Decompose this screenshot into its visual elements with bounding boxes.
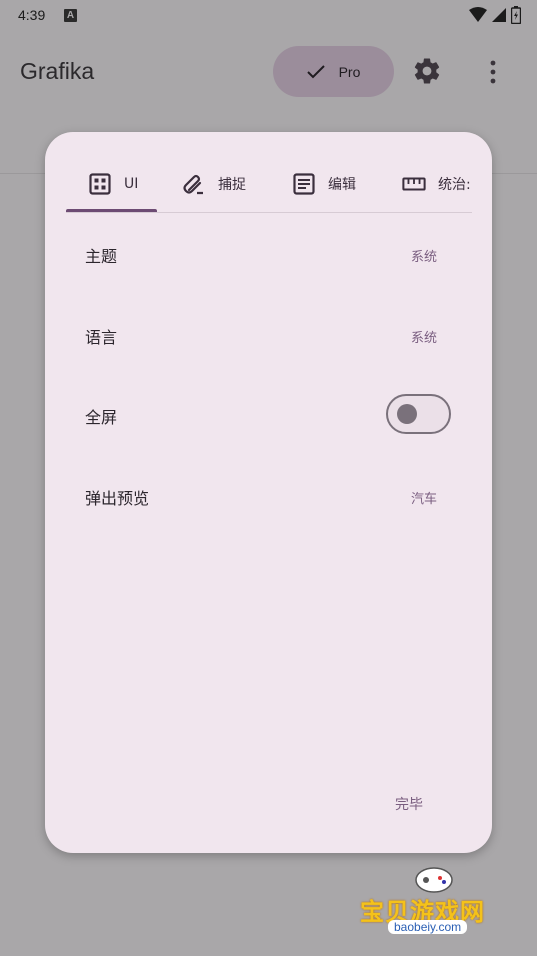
- tab-rules[interactable]: 统治:: [402, 156, 471, 212]
- tab-ui[interactable]: UI: [88, 156, 138, 212]
- battery-icon: [511, 6, 521, 24]
- settings-dialog: UI 捕捉 编辑 统治: 主题 系统 语言 系统 全屏 弹出预览 汽车 完毕: [45, 132, 492, 853]
- tab-ui-label: UI: [124, 176, 139, 192]
- tab-rules-label: 统治:: [438, 177, 471, 193]
- tab-bar: UI 捕捉 编辑 统治:: [66, 156, 472, 213]
- popup-preview-label: 弹出预览: [85, 489, 150, 508]
- language-label: 语言: [85, 328, 118, 347]
- setting-row-popup-preview[interactable]: 弹出预览 汽车: [45, 466, 492, 526]
- pro-label: Pro: [338, 63, 361, 80]
- fullscreen-label: 全屏: [85, 408, 118, 427]
- settings-button[interactable]: [412, 56, 442, 86]
- popup-preview-value: 汽车: [410, 492, 437, 507]
- watermark-url: baobeiy.com: [388, 920, 468, 934]
- gear-icon: [414, 58, 440, 84]
- pro-button[interactable]: Pro: [273, 46, 394, 97]
- paperclip-icon: [182, 172, 206, 196]
- tab-edit-label: 编辑: [328, 177, 356, 193]
- tab-capture-label: 捕捉: [218, 177, 246, 193]
- status-time: 4:39: [18, 7, 46, 23]
- theme-value: 系统: [410, 250, 437, 265]
- tab-capture[interactable]: 捕捉: [182, 156, 246, 212]
- setting-row-theme[interactable]: 主题 系统: [45, 224, 492, 284]
- wifi-icon: [469, 7, 487, 22]
- status-bar: 4:39 A: [0, 0, 537, 32]
- more-vert-icon: [490, 60, 496, 84]
- article-icon: [292, 172, 316, 196]
- gamepad-icon: [415, 867, 453, 893]
- grid-icon: [88, 172, 112, 196]
- signal-icon: [492, 8, 506, 22]
- app-title: Grafika: [20, 58, 95, 84]
- tab-edit[interactable]: 编辑: [292, 156, 356, 212]
- theme-label: 主题: [85, 247, 118, 266]
- ruler-icon: [402, 172, 426, 196]
- notification-icon: A: [64, 9, 77, 22]
- tab-indicator: [66, 209, 157, 212]
- fullscreen-toggle[interactable]: [386, 394, 451, 434]
- setting-row-fullscreen: 全屏: [45, 385, 492, 445]
- watermark-logo: 宝贝游戏网 baobeiy.com: [360, 862, 510, 952]
- status-icons: [469, 6, 521, 24]
- setting-row-language[interactable]: 语言 系统: [45, 305, 492, 365]
- done-button[interactable]: 完毕: [395, 794, 423, 814]
- toggle-knob: [397, 404, 417, 424]
- check-icon: [306, 64, 325, 78]
- more-options-button[interactable]: [483, 58, 503, 86]
- language-value: 系统: [410, 331, 437, 346]
